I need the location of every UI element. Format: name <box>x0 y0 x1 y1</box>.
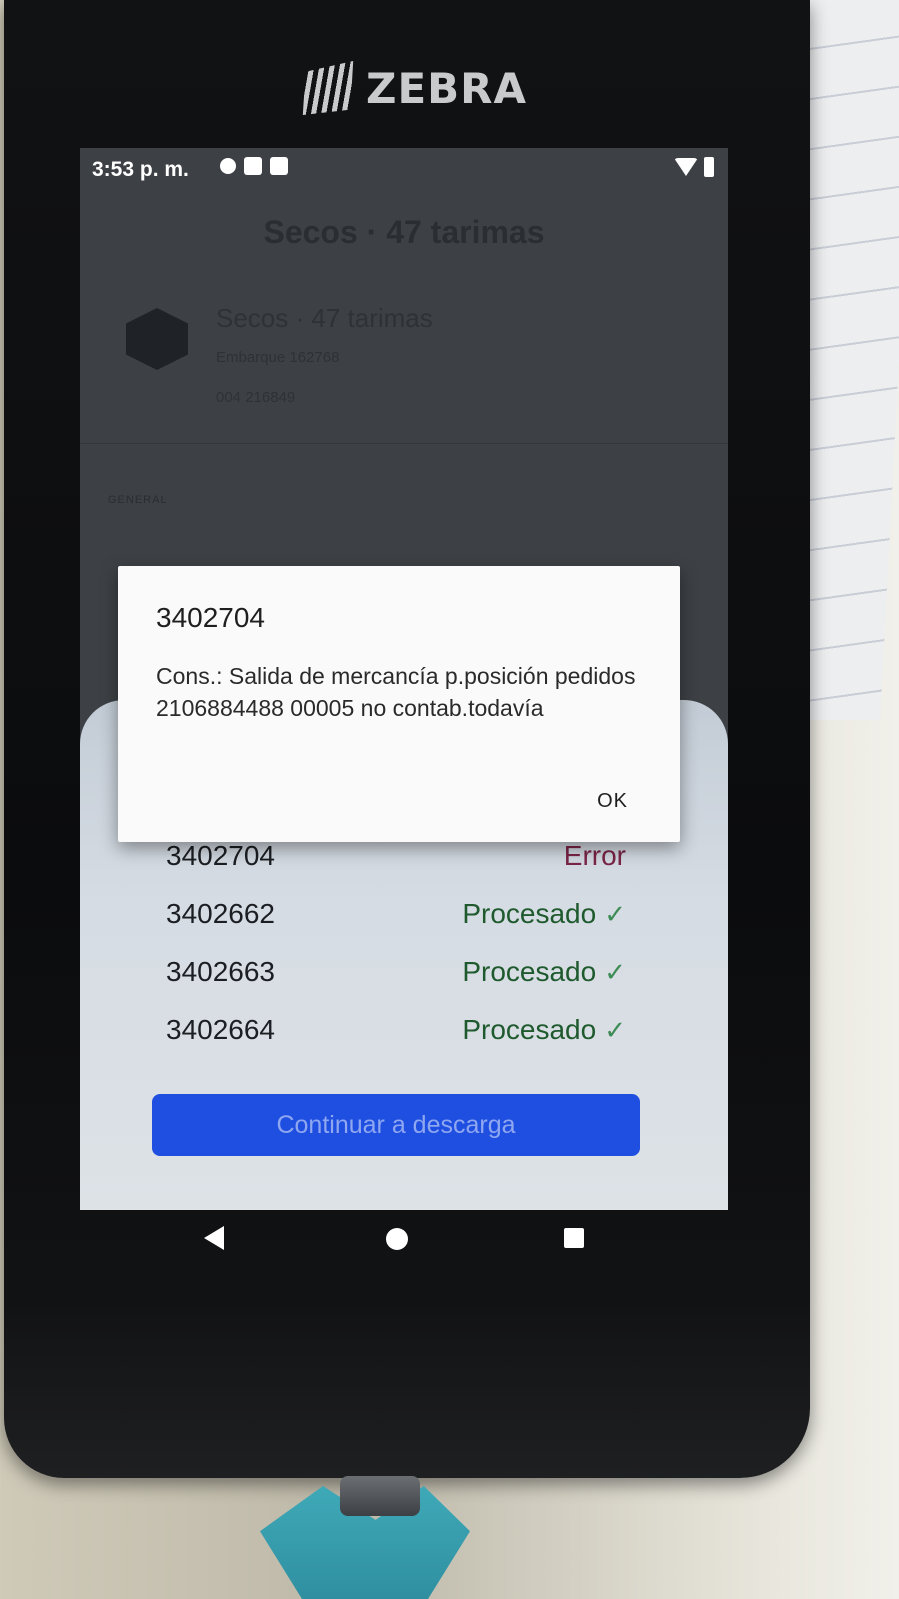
dialog-ok-button[interactable]: OK <box>597 790 628 813</box>
status-icons-left <box>220 157 288 175</box>
nav-home-icon[interactable] <box>386 1228 408 1250</box>
zebra-logo-icon <box>302 61 354 115</box>
nav-back-icon[interactable] <box>204 1226 224 1250</box>
result-status-wrap: Procesado ✓ <box>462 898 626 930</box>
result-id: 3402704 <box>166 840 276 871</box>
result-row: 3402662 Procesado ✓ <box>166 898 626 938</box>
phone-screen: 3:53 p. m. Secos · 47 tarimas Secos · 47… <box>80 148 728 1210</box>
result-status-wrap: Procesado ✓ <box>462 956 626 988</box>
status-bar: 3:53 p. m. <box>80 148 728 192</box>
dialog-title: 3402704 <box>156 602 266 633</box>
check-icon: ✓ <box>604 899 626 929</box>
battery-icon <box>704 157 714 177</box>
result-id: 3402664 <box>166 1014 276 1045</box>
result-row: 3402663 Procesado ✓ <box>166 956 626 996</box>
card-code: 004 216849 <box>216 389 296 406</box>
check-icon: ✓ <box>604 1015 626 1045</box>
result-row: 3402704 Error <box>166 840 626 880</box>
divider <box>80 443 728 444</box>
check-icon: ✓ <box>604 957 626 987</box>
pallet-icon <box>126 308 188 370</box>
settings-status-icon <box>220 158 236 174</box>
lanyard-clip <box>340 1476 420 1516</box>
status-icons-right <box>674 157 714 177</box>
result-status: Procesado <box>462 898 597 929</box>
result-status-wrap: Procesado ✓ <box>462 1014 626 1046</box>
result-id: 3402662 <box>166 898 276 929</box>
nav-recent-icon[interactable] <box>564 1228 584 1248</box>
card-title: Secos · 47 tarimas <box>216 303 433 333</box>
page-title: Secos · 47 tarimas <box>263 214 545 250</box>
continue-to-unload-button[interactable]: Continuar a descarga <box>152 1094 640 1156</box>
result-status: Procesado <box>462 1014 597 1045</box>
dialog-message: Cons.: Salida de mercancía p.posición pe… <box>156 663 636 721</box>
android-nav-bar <box>80 1210 728 1280</box>
device-glare <box>4 1300 810 1480</box>
brand-name: ZEBRA <box>366 63 528 113</box>
result-status: Error <box>563 840 626 871</box>
card-subtitle: Embarque 162768 <box>216 349 340 366</box>
result-row: 3402664 Procesado ✓ <box>166 1014 626 1054</box>
result-status: Procesado <box>462 956 597 987</box>
result-id: 3402663 <box>166 956 276 987</box>
device-brand: ZEBRA <box>300 58 527 118</box>
app-notification-icon <box>270 157 288 175</box>
section-label: GENERAL <box>108 494 168 506</box>
wifi-icon <box>674 158 698 176</box>
app-notification-icon <box>244 157 262 175</box>
error-dialog: 3402704 Cons.: Salida de mercancía p.pos… <box>118 566 680 842</box>
status-time: 3:53 p. m. <box>92 158 189 181</box>
